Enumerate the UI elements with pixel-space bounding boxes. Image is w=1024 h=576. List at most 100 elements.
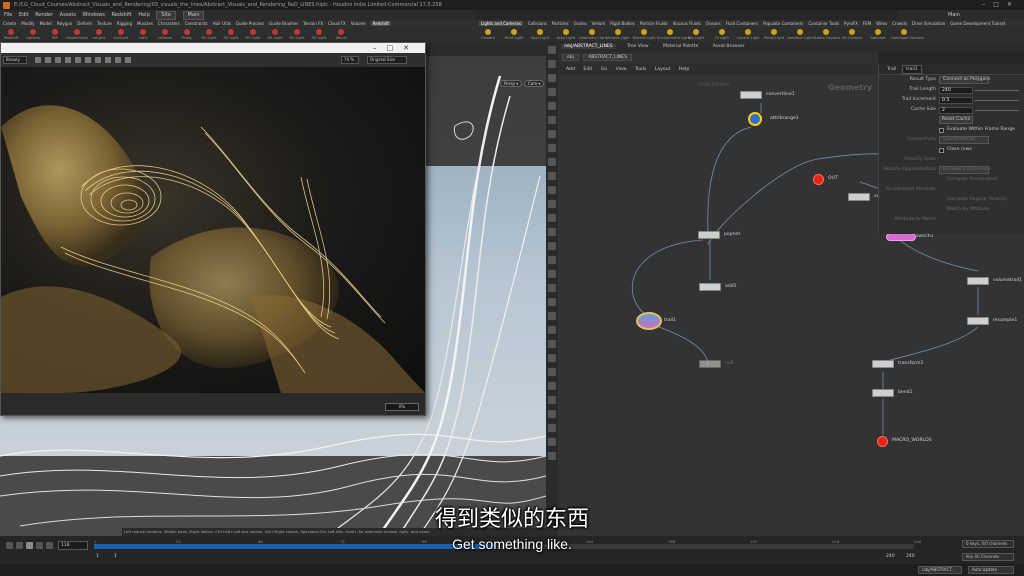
shelf-right-tab-4[interactable]: Vellum	[592, 21, 606, 26]
shelf-right-tool-3[interactable]: Area Light	[553, 28, 579, 40]
shelf-right-tool-13[interactable]: Stereo Camera	[813, 28, 840, 40]
shelf-right-tool-5[interactable]: Volume Light	[605, 28, 631, 40]
play-icon[interactable]	[36, 542, 43, 549]
display-option-icon[interactable]	[548, 102, 556, 110]
node-body[interactable]	[636, 312, 662, 330]
display-option-icon[interactable]	[548, 144, 556, 152]
shelf-right-tab-0[interactable]: Lights and Cameras	[479, 21, 523, 26]
shelf-left-tool-15[interactable]: About	[330, 28, 352, 40]
cam-menu[interactable]: Cam ▾	[524, 80, 545, 87]
tab-abstract-lines[interactable]: /obj/ABSTRACT_LINES	[561, 44, 616, 49]
cache-size-field[interactable]: 2	[939, 107, 973, 114]
display-option-icon[interactable]	[548, 284, 556, 292]
connectivity-dropdown[interactable]: Quadrilaterals	[939, 136, 989, 144]
path-segment-abstract-lines[interactable]: ABSTRACT_LINES	[583, 54, 632, 61]
menu-windows[interactable]: Windows	[83, 12, 105, 18]
shelf-left-tab-11[interactable]: Guide Process	[236, 21, 264, 26]
trail-length-field[interactable]: 240	[939, 87, 973, 94]
display-option-icon[interactable]	[548, 326, 556, 334]
shelf-left-tool-5[interactable]: Sunlight	[110, 28, 132, 40]
toolbar-button-icon[interactable]	[85, 57, 91, 63]
node-body[interactable]	[886, 233, 916, 241]
object-path-field[interactable]: /obj/ABSTRACT...	[918, 566, 962, 574]
display-option-icon[interactable]	[548, 424, 556, 432]
display-option-icon[interactable]	[548, 270, 556, 278]
node-body[interactable]	[813, 174, 824, 185]
shelf-right-tool-4[interactable]: Geometry Light	[579, 28, 607, 40]
shelf-right-tool-10[interactable]: Caustic Light	[735, 28, 761, 40]
display-option-icon[interactable]	[548, 242, 556, 250]
shelf-right-tool-11[interactable]: Portal Light	[761, 28, 787, 40]
jump-start-icon[interactable]	[6, 542, 13, 549]
shelf-left-tab-8[interactable]: Characters	[158, 21, 180, 26]
cache-size-slider[interactable]	[975, 110, 1019, 111]
display-option-icon[interactable]	[548, 312, 556, 320]
shelf-right-tool-7[interactable]: Environment Light	[657, 28, 690, 40]
node-body[interactable]	[740, 91, 762, 99]
net-menu-go[interactable]: Go	[601, 67, 607, 72]
desktop-select-left[interactable]: Site	[156, 11, 176, 20]
toolbar-button-icon[interactable]	[65, 57, 71, 63]
toolbar-button-icon[interactable]	[35, 57, 41, 63]
toolbar-button-icon[interactable]	[115, 57, 121, 63]
render-view-window[interactable]: –□✕ Beauty 74 % Original Size 0%	[0, 42, 426, 416]
size-mode-select[interactable]: Original Size	[367, 56, 407, 64]
shelf-right-tab-10[interactable]: Populate Containers	[763, 21, 803, 26]
display-option-icon[interactable]	[548, 130, 556, 138]
display-option-icon[interactable]	[548, 88, 556, 96]
shelf-left-tab-15[interactable]: Volume	[351, 21, 366, 26]
shelf-right-tab-6[interactable]: Particle Fluids	[640, 21, 668, 26]
trail-increment-field[interactable]: 0.5	[939, 97, 973, 104]
shelf-left-tab-13[interactable]: Terrain FX	[303, 21, 323, 26]
node-body[interactable]	[698, 231, 720, 239]
step-back-icon[interactable]	[16, 542, 23, 549]
shelf-left-tool-0[interactable]: Redshift	[0, 28, 22, 40]
shelf-left-tab-10[interactable]: Hair Utils	[213, 21, 231, 26]
menu-file[interactable]: File	[4, 12, 12, 18]
param-label[interactable]: Compute Angular Velocity	[947, 195, 1007, 205]
shelf-right-tab-5[interactable]: Rigid Bodies	[610, 21, 635, 26]
shelf-left-tool-11[interactable]: RS Light	[242, 28, 264, 40]
net-menu-tools[interactable]: Tools	[635, 67, 646, 72]
shelf-left-tab-3[interactable]: Polygon	[57, 21, 73, 26]
zoom-field[interactable]: 74 %	[341, 56, 359, 64]
net-menu-view[interactable]: View	[616, 67, 627, 72]
desktop-select-top-right[interactable]: Main	[898, 10, 1024, 20]
jump-end-icon[interactable]	[46, 542, 53, 549]
param-label[interactable]: Compute Acceleration	[947, 175, 998, 185]
shelf-left-tool-12[interactable]: RS Light	[264, 28, 286, 40]
auto-update-button[interactable]: Auto Update	[968, 566, 1014, 574]
shelf-right-tab-3[interactable]: Grains	[574, 21, 587, 26]
start-frame-field[interactable]: 1	[96, 553, 99, 561]
render-window-titlebar[interactable]: –□✕	[1, 43, 425, 53]
display-option-icon[interactable]	[548, 60, 556, 68]
shelf-right-tab-7[interactable]: Viscous Fluids	[673, 21, 701, 26]
shelf-left-tab-6[interactable]: Rigging	[117, 21, 132, 26]
shelf-right-tool-14[interactable]: VR Camera	[839, 28, 865, 40]
toolbar-button-icon[interactable]	[125, 57, 131, 63]
shelf-left-tab-2[interactable]: Model	[40, 21, 52, 26]
shelf-right-tool-8[interactable]: Sky Light	[683, 28, 709, 40]
shelf-left-tab-7[interactable]: Muscles	[137, 21, 153, 26]
shelf-left-tab-0[interactable]: Create	[3, 21, 16, 26]
reset-cache-button[interactable]: Reset Cache	[939, 116, 973, 124]
shelf-right-tab-15[interactable]: Crowds	[892, 21, 907, 26]
toolbar-button-icon[interactable]	[75, 57, 81, 63]
toolbar-button-icon[interactable]	[55, 57, 61, 63]
shelf-left-tab-4[interactable]: Deform	[77, 21, 92, 26]
stop-icon[interactable]	[26, 542, 33, 549]
node-body[interactable]	[699, 360, 721, 368]
timeline-played-range[interactable]	[94, 544, 496, 549]
key-all-channels-button[interactable]: Key All Channels	[962, 553, 1014, 561]
menu-assets[interactable]: Assets	[60, 12, 76, 18]
net-menu-edit[interactable]: Edit	[583, 67, 592, 72]
shelf-right-tool-16[interactable]: Gamepad Camera	[891, 28, 924, 40]
shelf-right-tool-15[interactable]: Switcher	[865, 28, 891, 40]
display-option-icon[interactable]	[548, 46, 556, 54]
tab-asset-browser[interactable]: Asset Browser	[710, 44, 748, 49]
display-option-icon[interactable]	[548, 382, 556, 390]
display-option-icon[interactable]	[548, 214, 556, 222]
node-body[interactable]	[967, 277, 989, 285]
display-option-icon[interactable]	[548, 200, 556, 208]
node-body[interactable]	[872, 360, 894, 368]
